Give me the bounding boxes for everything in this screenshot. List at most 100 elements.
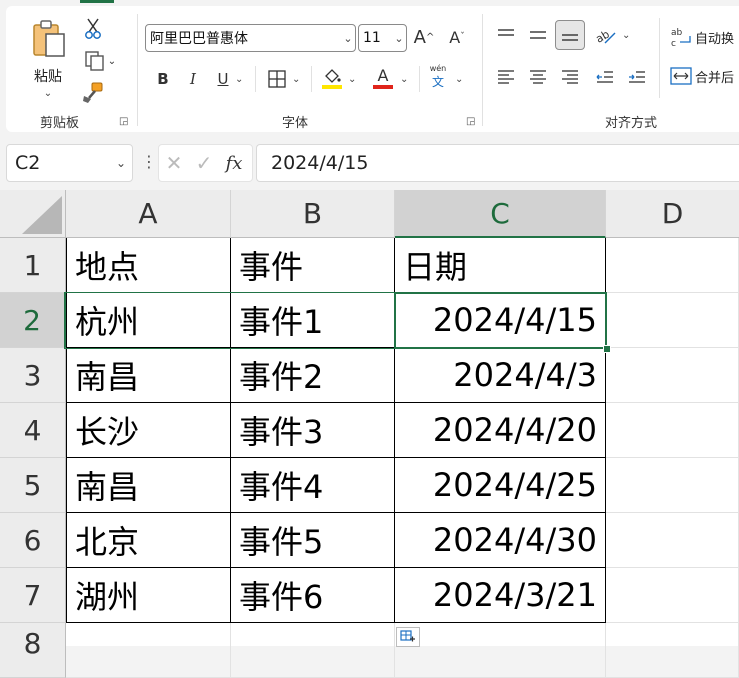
bold-button[interactable]: B (152, 66, 174, 92)
cut-icon[interactable] (80, 16, 106, 42)
cell-c4[interactable]: 2024/4/20 (395, 403, 606, 458)
copy-icon[interactable]: ⌄ (80, 48, 120, 74)
column-header-d[interactable]: D (606, 190, 739, 238)
cell-d8[interactable] (606, 623, 739, 678)
cell-b3[interactable]: 事件2 (231, 348, 395, 403)
cell-c5[interactable]: 2024/4/25 (395, 458, 606, 513)
cell-d1[interactable] (606, 238, 739, 293)
more-options-icon[interactable]: ⋮ (141, 152, 157, 171)
column-header-c[interactable]: C (395, 190, 606, 238)
formula-input[interactable]: 2024/4/15 (256, 144, 739, 182)
font-launcher-icon[interactable]: ◲ (466, 116, 475, 127)
font-color-icon[interactable]: A (370, 64, 396, 92)
cell-a7[interactable]: 湖州 (66, 568, 231, 623)
name-box[interactable]: C2 ⌄ (6, 144, 133, 182)
orientation-dropdown-icon[interactable]: ⌄ (622, 30, 630, 41)
cell-b7[interactable]: 事件6 (231, 568, 395, 623)
format-painter-icon[interactable] (80, 80, 106, 106)
formula-bar: C2 ⌄ ⋮ ✕ ✓ fx 2024/4/15 (0, 136, 739, 188)
fill-handle[interactable] (603, 345, 611, 353)
paste-button[interactable]: 粘贴 ⌄ (26, 18, 70, 104)
row-header-7[interactable]: 7 (0, 568, 66, 623)
align-center-icon[interactable] (526, 64, 550, 90)
wrap-text-button[interactable]: ab c 自动换 (670, 26, 734, 48)
row-header-4[interactable]: 4 (0, 403, 66, 458)
font-size-value: 11 (363, 30, 381, 46)
cell-d2[interactable] (606, 293, 739, 348)
align-left-icon[interactable] (494, 64, 518, 90)
italic-button[interactable]: I (182, 66, 204, 92)
chevron-down-icon[interactable]: ⌄ (116, 156, 132, 170)
row-header-6[interactable]: 6 (0, 513, 66, 568)
paste-dropdown-icon[interactable]: ⌄ (26, 88, 70, 99)
cell-b5[interactable]: 事件4 (231, 458, 395, 513)
clipboard-launcher-icon[interactable]: ◲ (119, 116, 128, 127)
cell-b1[interactable]: 事件 (231, 238, 395, 293)
cell-a3[interactable]: 南昌 (66, 348, 231, 403)
phonetic-guide-icon[interactable]: wén 文 (426, 64, 450, 92)
cell-a4[interactable]: 长沙 (66, 403, 231, 458)
cell-c2[interactable]: 2024/4/15 (395, 293, 606, 348)
increase-indent-icon[interactable] (625, 64, 649, 90)
orientation-icon[interactable]: ab (593, 22, 619, 48)
copy-dropdown-icon[interactable]: ⌄ (108, 56, 116, 67)
cell-d3[interactable] (606, 348, 739, 403)
cell-a8[interactable] (66, 623, 231, 678)
cell-c1[interactable]: 日期 (395, 238, 606, 293)
fill-color-icon[interactable] (319, 64, 345, 92)
underline-button[interactable]: U (212, 66, 234, 92)
select-all-button[interactable] (0, 190, 66, 238)
wrap-text-label: 自动换 (695, 31, 735, 47)
group-separator (137, 14, 138, 126)
increase-font-size-icon[interactable]: A ^ (411, 24, 437, 50)
cancel-icon[interactable]: ✕ (159, 151, 189, 175)
decrease-font-size-icon[interactable]: Aˇ (444, 24, 470, 50)
cell-a2[interactable]: 杭州 (66, 293, 231, 348)
align-middle-icon[interactable] (526, 22, 550, 48)
borders-icon[interactable] (264, 66, 290, 92)
cell-c7[interactable]: 2024/3/21 (395, 568, 606, 623)
align-top-icon[interactable] (494, 22, 518, 48)
decrease-indent-icon[interactable] (593, 64, 617, 90)
underline-dropdown-icon[interactable]: ⌄ (235, 74, 243, 85)
cell-d6[interactable] (606, 513, 739, 568)
cell-c3[interactable]: 2024/4/3 (395, 348, 606, 403)
cell-b8[interactable] (231, 623, 395, 678)
fill-color-dropdown-icon[interactable]: ⌄ (348, 74, 356, 85)
cell-b6[interactable]: 事件5 (231, 513, 395, 568)
font-size-select[interactable]: 11 ⌄ (358, 24, 407, 52)
chevron-down-icon: ⌄ (343, 31, 353, 45)
row-header-1[interactable]: 1 (0, 238, 66, 293)
borders-dropdown-icon[interactable]: ⌄ (292, 74, 300, 85)
cell-b4[interactable]: 事件3 (231, 403, 395, 458)
row-header-3[interactable]: 3 (0, 348, 66, 403)
cell-a1[interactable]: 地点 (66, 238, 231, 293)
cell-d4[interactable] (606, 403, 739, 458)
column-header-b[interactable]: B (231, 190, 395, 238)
row-header-5[interactable]: 5 (0, 458, 66, 513)
cell-c6[interactable]: 2024/4/30 (395, 513, 606, 568)
name-box-value: C2 (15, 152, 41, 174)
align-right-icon[interactable] (558, 64, 582, 90)
font-group-label: 字体 (282, 116, 309, 131)
row-header-8[interactable]: 8 (0, 623, 66, 678)
cell-d7[interactable] (606, 568, 739, 623)
cell-a5[interactable]: 南昌 (66, 458, 231, 513)
phonetic-dropdown-icon[interactable]: ⌄ (455, 74, 463, 85)
quick-analysis-button[interactable] (396, 627, 420, 647)
merge-center-button[interactable]: 合并后 (670, 66, 734, 86)
cell-d5[interactable] (606, 458, 739, 513)
font-name-select[interactable]: 阿里巴巴普惠体 ⌄ (145, 24, 356, 52)
separator (311, 66, 312, 92)
font-color-letter: A (377, 66, 389, 85)
svg-text:c: c (671, 39, 676, 48)
column-header-a[interactable]: A (66, 190, 231, 238)
cell-c8[interactable] (395, 623, 606, 678)
cell-a6[interactable]: 北京 (66, 513, 231, 568)
row-header-2[interactable]: 2 (0, 293, 66, 348)
cell-b2[interactable]: 事件1 (231, 293, 395, 348)
font-color-dropdown-icon[interactable]: ⌄ (400, 74, 408, 85)
insert-function-icon[interactable]: fx (219, 153, 249, 174)
align-bottom-icon[interactable] (555, 20, 585, 50)
enter-icon[interactable]: ✓ (189, 151, 219, 175)
